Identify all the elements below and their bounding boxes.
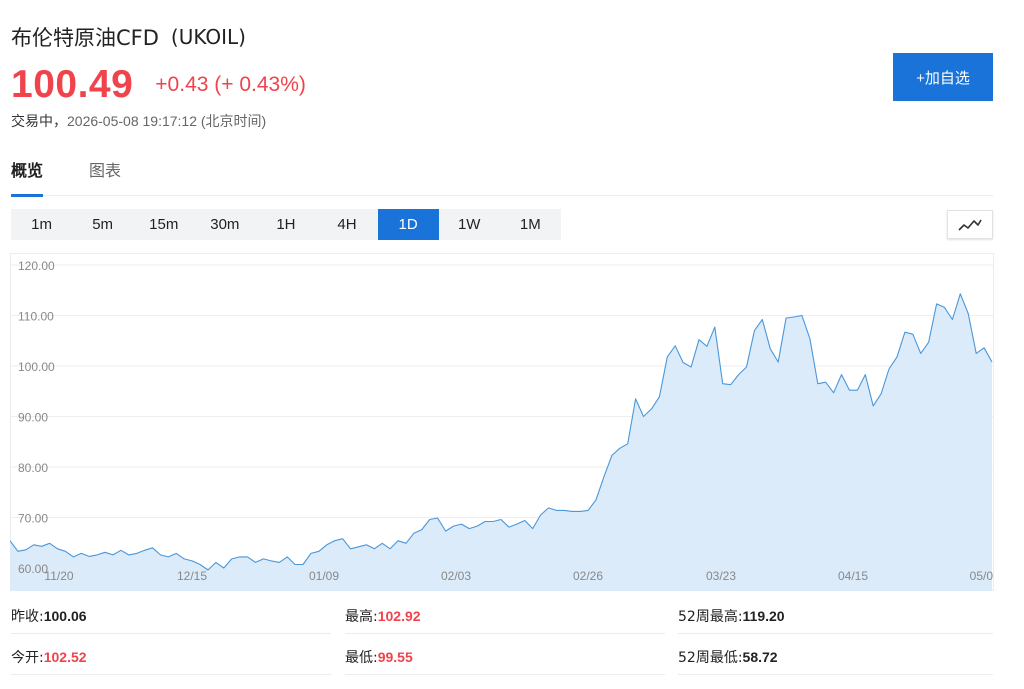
stat-52w-low: 52周最低: 58.72 xyxy=(678,639,993,675)
instrument-header: 布伦特原油CFD (UKOIL) xyxy=(11,22,246,52)
x-tick-label: 04/15 xyxy=(838,569,868,583)
stat-label: 52周最高: xyxy=(678,608,743,625)
y-tick-label: 100.00 xyxy=(18,360,55,374)
instrument-title: 布伦特原油CFD xyxy=(11,26,159,50)
stat-value: 102.92 xyxy=(377,607,421,624)
x-tick-label: 11/20 xyxy=(44,569,73,583)
x-tick-label: 12/15 xyxy=(177,569,207,583)
chart-type-button[interactable] xyxy=(947,210,993,239)
tab-overview[interactable]: 概览 xyxy=(11,156,44,197)
x-tick-label: 05/0 xyxy=(970,569,994,583)
add-watchlist-button[interactable]: +加自选 xyxy=(893,53,993,101)
stat-value: 102.52 xyxy=(43,648,87,665)
stat-label: 最高: xyxy=(345,608,378,625)
y-tick-label: 70.00 xyxy=(18,512,48,526)
price-row: 100.49 +0.43 (+ 0.43%) xyxy=(11,62,306,108)
stat-label: 最低: xyxy=(345,649,378,666)
y-tick-label: 90.00 xyxy=(18,411,48,425)
period-4h[interactable]: 4H xyxy=(316,209,377,240)
period-30m[interactable]: 30m xyxy=(194,209,255,240)
stat-value: 99.55 xyxy=(377,648,413,665)
stat-value: 100.06 xyxy=(43,607,87,624)
stat-high: 最高: 102.92 xyxy=(345,598,665,634)
price-change: +0.43 (+ 0.43%) xyxy=(155,73,306,96)
status-text: 交易中， xyxy=(11,114,67,130)
period-1h[interactable]: 1H xyxy=(255,209,316,240)
instrument-symbol: (UKOIL) xyxy=(170,25,246,49)
line-chart-icon xyxy=(958,219,982,231)
y-tick-label: 80.00 xyxy=(18,461,48,475)
trading-status: 交易中， 2026-05-08 19:17:12 (北京时间) xyxy=(11,111,266,131)
period-1mo[interactable]: 1M xyxy=(500,209,561,240)
y-tick-label: 110.00 xyxy=(18,310,54,324)
current-price: 100.49 xyxy=(11,63,134,106)
period-15m[interactable]: 15m xyxy=(133,209,194,240)
x-tick-label: 01/09 xyxy=(309,569,339,583)
tab-chart[interactable]: 图表 xyxy=(89,156,121,196)
price-chart[interactable]: 60.0070.0080.0090.00100.00110.00120.0011… xyxy=(10,253,994,591)
period-5m[interactable]: 5m xyxy=(72,209,133,240)
y-tick-label: 120.00 xyxy=(18,259,55,273)
period-selector: 1m 5m 15m 30m 1H 4H 1D 1W 1M xyxy=(11,209,561,240)
main-tabs: 概览 图表 xyxy=(11,156,993,197)
x-tick-label: 02/26 xyxy=(573,569,603,583)
stat-low: 最低: 99.55 xyxy=(345,639,665,675)
period-1d[interactable]: 1D xyxy=(377,209,439,240)
status-timestamp: 2026-05-08 19:17:12 (北京时间) xyxy=(67,113,267,129)
x-tick-label: 02/03 xyxy=(441,569,471,583)
stat-open: 今开: 102.52 xyxy=(11,639,331,675)
stat-prev-close: 昨收: 100.06 xyxy=(11,598,331,634)
stat-value: 119.20 xyxy=(742,607,785,624)
stat-value: 58.72 xyxy=(742,648,778,665)
stat-52w-high: 52周最高: 119.20 xyxy=(678,598,993,634)
period-1m[interactable]: 1m xyxy=(11,209,72,240)
period-1w[interactable]: 1W xyxy=(439,209,500,240)
stat-label: 今开: xyxy=(11,649,44,666)
x-tick-label: 03/23 xyxy=(706,569,736,583)
stat-label: 52周最低: xyxy=(678,649,743,666)
stat-label: 昨收: xyxy=(11,608,44,625)
